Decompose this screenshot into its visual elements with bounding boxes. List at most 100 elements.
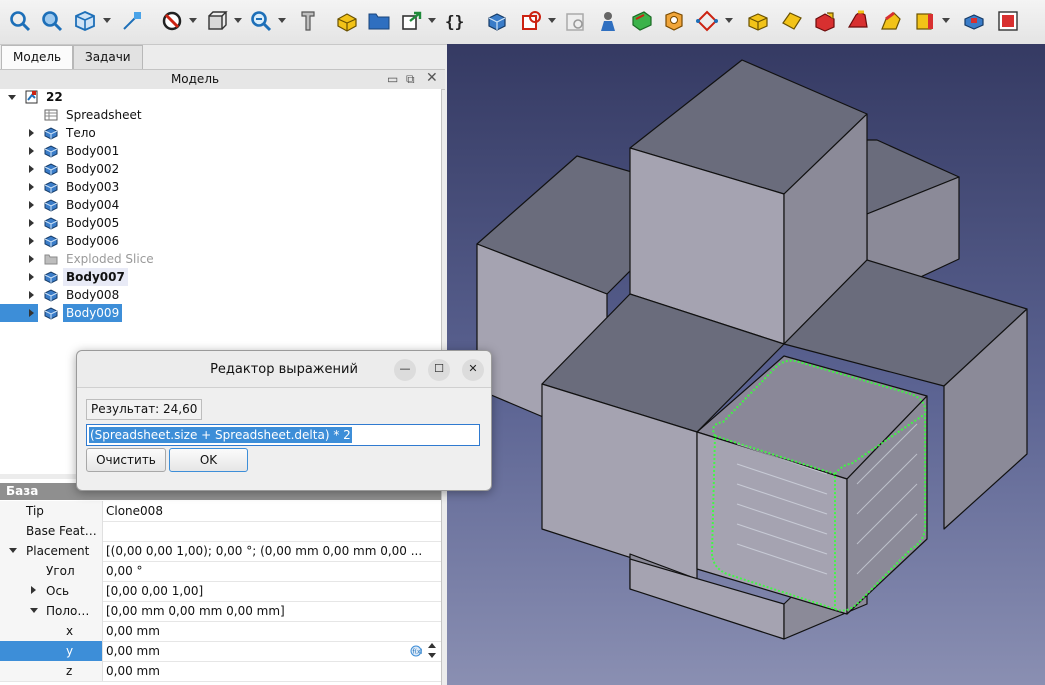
property-row[interactable]: x 0,00 mm (0, 621, 441, 642)
property-row[interactable]: z 0,00 mm (0, 661, 441, 682)
expand-arrow-icon[interactable] (29, 201, 34, 209)
expand-arrow-icon[interactable] (31, 586, 36, 594)
validate-sketch-icon[interactable] (564, 9, 588, 33)
property-value[interactable]: 0,00 mm (106, 621, 436, 641)
panel-restore-icon[interactable]: ⧉ (406, 72, 415, 87)
pattern-icon[interactable] (962, 9, 986, 33)
fit-all-icon[interactable] (8, 9, 32, 33)
property-row[interactable]: Ось [0,00 0,00 1,00] (0, 581, 441, 602)
tree-item[interactable]: Exploded Slice (0, 250, 441, 268)
tree-item[interactable]: Body005 (0, 214, 441, 232)
subtractive-box-icon[interactable] (813, 9, 837, 33)
expand-arrow-icon[interactable] (29, 309, 34, 317)
property-value[interactable]: [(0,00 0,00 1,00); 0,00 °; (0,00 mm 0,00… (106, 541, 436, 561)
property-value[interactable]: 0,00 mm (106, 661, 436, 681)
draw-style-icon[interactable] (160, 9, 184, 33)
expand-arrow-icon[interactable] (29, 255, 34, 263)
expand-arrow-icon[interactable] (29, 291, 34, 299)
property-row[interactable]: Поло… [0,00 mm 0,00 mm 0,00 mm] (0, 601, 441, 622)
zoom-icon[interactable] (249, 9, 273, 33)
thickness-icon[interactable] (913, 9, 937, 33)
maximize-icon[interactable]: ☐ (428, 359, 450, 381)
spin-down-icon[interactable] (428, 653, 436, 658)
expand-arrow-icon[interactable] (29, 165, 34, 173)
tree-item[interactable]: Spreadsheet (0, 106, 441, 124)
property-key-label: z (66, 664, 73, 678)
pocket-icon[interactable] (662, 9, 686, 33)
chamfer-icon[interactable] (879, 9, 903, 33)
expand-arrow-icon[interactable] (29, 219, 34, 227)
expand-arrow-icon[interactable] (29, 183, 34, 191)
expression-icon[interactable]: {} (444, 9, 468, 33)
tree-item[interactable]: Body006 (0, 232, 441, 250)
ok-button[interactable]: OK (169, 448, 248, 472)
panel-close-icon[interactable]: ✕ (426, 70, 438, 86)
property-value[interactable]: 0,00 ° (106, 561, 436, 581)
fit-selection-icon[interactable] (40, 9, 64, 33)
expand-arrow-icon[interactable] (29, 237, 34, 245)
datum-dropdown-arrow[interactable] (725, 18, 733, 23)
property-value[interactable]: [0,00 0,00 1,00] (106, 581, 436, 601)
bounding-box-icon[interactable] (205, 9, 229, 33)
expand-arrow-icon[interactable] (30, 608, 38, 613)
tree-item-selected[interactable]: Body009 (0, 304, 441, 322)
property-row-selected[interactable]: y 0,00 mm f(x) (0, 641, 441, 662)
link-dropdown-arrow[interactable] (428, 18, 436, 23)
draw-style-dropdown-arrow[interactable] (189, 18, 197, 23)
mirror-icon[interactable] (996, 9, 1020, 33)
link-icon[interactable] (400, 9, 424, 33)
dialog-titlebar[interactable]: Редактор выражений — ☐ ✕ (77, 351, 491, 388)
minimize-icon[interactable]: — (394, 359, 416, 381)
tree-item[interactable]: Body007 (0, 268, 441, 286)
view-dropdown-arrow[interactable] (103, 18, 111, 23)
expand-arrow-icon[interactable] (29, 273, 34, 281)
datum-icon[interactable] (695, 9, 719, 33)
tree-item[interactable]: Body008 (0, 286, 441, 304)
expression-binding-icon[interactable]: f(x) (410, 645, 422, 657)
expand-arrow-icon[interactable] (29, 129, 34, 137)
measure-distance-icon[interactable] (296, 9, 320, 33)
property-value[interactable]: Clone008 (106, 501, 436, 521)
std-measure-icon[interactable] (120, 9, 144, 33)
property-value[interactable]: [0,00 mm 0,00 mm 0,00 mm] (106, 601, 436, 621)
sketch-dropdown-arrow[interactable] (548, 18, 556, 23)
folder-icon[interactable] (367, 9, 391, 33)
property-row[interactable]: Base Feat… (0, 521, 441, 542)
tree-item[interactable]: Тело (0, 124, 441, 142)
tree-item[interactable]: Body004 (0, 196, 441, 214)
bbox-dropdown-arrow[interactable] (234, 18, 242, 23)
3d-viewport[interactable] (447, 44, 1045, 685)
expand-arrow-icon[interactable] (9, 548, 17, 553)
tree-item[interactable]: Body003 (0, 178, 441, 196)
tree-item-label: Body003 (66, 180, 120, 194)
tree-item[interactable]: Body002 (0, 160, 441, 178)
additive-cylinder-icon[interactable] (780, 9, 804, 33)
attach-icon[interactable] (596, 9, 620, 33)
property-row[interactable]: Угол 0,00 ° (0, 561, 441, 582)
pad-icon[interactable] (630, 9, 654, 33)
tab-tasks[interactable]: Задачи (73, 45, 143, 69)
property-row[interactable]: Tip Clone008 (0, 501, 441, 522)
zoom-dropdown-arrow[interactable] (278, 18, 286, 23)
part-icon[interactable] (335, 9, 359, 33)
property-value[interactable] (106, 521, 436, 541)
tree-root[interactable]: 22 (0, 88, 441, 106)
body-icon[interactable] (485, 9, 509, 33)
svg-text:f(x): f(x) (413, 649, 423, 656)
thickness-dropdown-arrow[interactable] (942, 18, 950, 23)
expression-input[interactable]: (Spreadsheet.size + Spreadsheet.delta) *… (86, 424, 480, 446)
property-row[interactable]: Placement [(0,00 0,00 1,00); 0,00 °; (0,… (0, 541, 441, 562)
view-cube-icon[interactable] (73, 9, 97, 33)
expand-arrow-icon[interactable] (8, 95, 16, 100)
property-value[interactable]: 0,00 mm (106, 641, 406, 661)
fillet-icon[interactable] (846, 9, 870, 33)
clear-button[interactable]: Очистить (86, 448, 166, 472)
close-icon[interactable]: ✕ (462, 359, 484, 381)
spin-up-icon[interactable] (428, 643, 436, 648)
sketch-icon[interactable] (520, 9, 544, 33)
expand-arrow-icon[interactable] (29, 147, 34, 155)
additive-box-icon[interactable] (746, 9, 770, 33)
tab-model[interactable]: Модель (1, 45, 74, 70)
panel-float-icon[interactable]: ▭ (387, 72, 398, 86)
tree-item[interactable]: Body001 (0, 142, 441, 160)
